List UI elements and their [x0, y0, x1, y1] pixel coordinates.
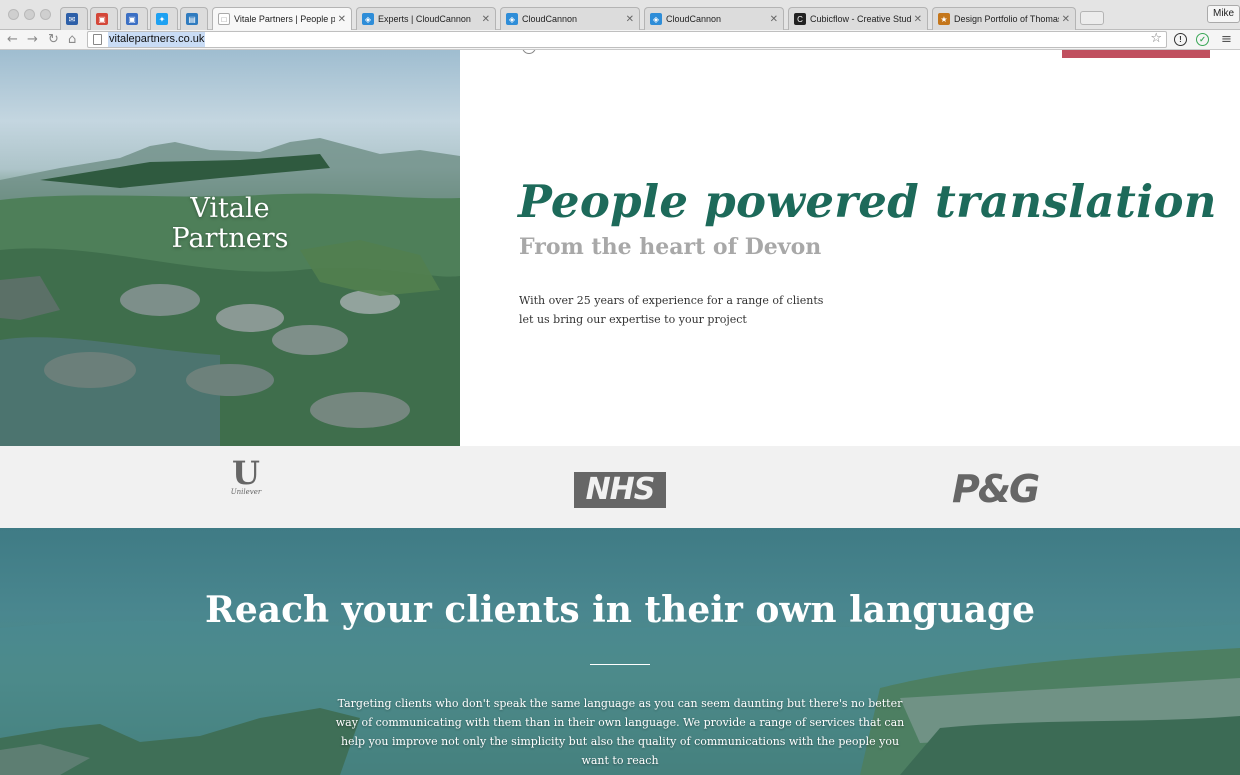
- heading-divider: [590, 664, 650, 665]
- cubicflow-icon: C: [794, 13, 806, 25]
- tab-title: Cubicflow - Creative Studio: [810, 14, 911, 24]
- hero-headline: People powered translation: [518, 175, 1217, 228]
- hero-intro: With over 25 years of experience for a r…: [519, 291, 839, 329]
- extension-info-icon[interactable]: !: [1174, 33, 1187, 46]
- reload-icon[interactable]: ↻: [48, 31, 59, 49]
- intro-line-2: let us bring our expertise to your proje…: [519, 313, 747, 326]
- cloudcannon-icon: ◈: [506, 13, 518, 25]
- tab-cubicflow[interactable]: C Cubicflow - Creative Studio ✕: [788, 7, 928, 30]
- window-minimize-button[interactable]: [24, 9, 35, 20]
- cloudcannon-icon: ◈: [650, 13, 662, 25]
- hero-text-panel: People powered translation From the hear…: [460, 50, 1240, 446]
- star-icon[interactable]: ☆: [1150, 31, 1162, 46]
- tab-title: Design Portfolio of Thomas: [954, 14, 1059, 24]
- brand-line-1: Vitale: [190, 193, 270, 224]
- window-zoom-button[interactable]: [40, 9, 51, 20]
- nhs-logo: NHS: [574, 472, 666, 508]
- hero-subheadline: From the heart of Devon: [519, 234, 822, 260]
- back-arrow-icon[interactable]: ←: [7, 31, 18, 49]
- profile-button[interactable]: Mike: [1207, 5, 1240, 23]
- cloudcannon-icon: ◈: [362, 13, 374, 25]
- page-icon: □: [218, 13, 230, 25]
- unilever-wordmark: Unilever: [230, 488, 262, 496]
- brand-line-2: Partners: [171, 223, 289, 254]
- tab-cloudcannon-1[interactable]: ◈ CloudCannon ✕: [500, 7, 640, 30]
- home-icon[interactable]: ⌂: [68, 31, 76, 49]
- url-text[interactable]: vitalepartners.co.uk: [108, 32, 206, 47]
- brand-logo-text[interactable]: Vitale Partners: [130, 194, 330, 254]
- browser-toolbar: ← → ↻ ⌂ vitalepartners.co.uk ☆ ! ✓ ≡: [0, 30, 1240, 50]
- pinned-tab-mail[interactable]: ✉: [60, 7, 88, 30]
- close-tab-icon[interactable]: ✕: [626, 14, 634, 25]
- forward-arrow-icon[interactable]: →: [27, 31, 38, 49]
- close-tab-icon[interactable]: ✕: [914, 14, 922, 25]
- tab-experts-cloudcannon[interactable]: ◈ Experts | CloudCannon ✕: [356, 7, 496, 30]
- mail-icon: ✉: [66, 13, 78, 25]
- contact-button[interactable]: [1062, 50, 1210, 58]
- reach-section: Reach your clients in their own language…: [0, 528, 1240, 775]
- tab-vitale-partners[interactable]: □ Vitale Partners | People po ✕: [212, 7, 352, 30]
- app-icon: ▤: [186, 13, 198, 25]
- tab-title: CloudCannon: [666, 14, 722, 24]
- unilever-logo: U Unilever: [228, 454, 264, 500]
- close-tab-icon[interactable]: ✕: [338, 14, 346, 25]
- window-close-button[interactable]: [8, 9, 19, 20]
- hamburger-menu-icon[interactable]: ≡: [1221, 31, 1232, 49]
- app-icon: ▣: [126, 13, 138, 25]
- twitter-icon: ✦: [156, 13, 168, 25]
- tab-title: CloudCannon: [522, 14, 578, 24]
- client-logos-strip: U Unilever NHS P&G: [0, 446, 1240, 528]
- app-icon: ▣: [96, 13, 108, 25]
- intro-line-1: With over 25 years of experience for a r…: [519, 294, 824, 307]
- pinned-tab-2[interactable]: ▣: [90, 7, 118, 30]
- page-info-icon[interactable]: [93, 34, 102, 45]
- pg-logo: P&G: [952, 467, 1040, 511]
- tab-title: Experts | CloudCannon: [378, 14, 471, 24]
- pinned-tab-3[interactable]: ▣: [120, 7, 148, 30]
- tab-design-portfolio[interactable]: ★ Design Portfolio of Thomas ✕: [932, 7, 1076, 30]
- webpage: Vitale Partners People powered translati…: [0, 50, 1240, 775]
- star-icon: ★: [938, 13, 950, 25]
- site-logo-icon[interactable]: [522, 50, 536, 54]
- close-tab-icon[interactable]: ✕: [1062, 14, 1070, 25]
- reach-heading: Reach your clients in their own language: [204, 589, 1036, 631]
- tab-cloudcannon-2[interactable]: ◈ CloudCannon ✕: [644, 7, 784, 30]
- browser-tab-bar: ✉ ▣ ▣ ✦ ▤ □ Vitale Partners | People po …: [0, 0, 1240, 30]
- reach-body-text: Targeting clients who don't speak the sa…: [335, 697, 905, 767]
- unilever-mark: U: [232, 454, 260, 492]
- address-bar[interactable]: vitalepartners.co.uk ☆: [87, 31, 1167, 48]
- shield-icon[interactable]: ✓: [1196, 33, 1209, 46]
- tab-title: Vitale Partners | People po: [234, 14, 335, 24]
- close-tab-icon[interactable]: ✕: [770, 14, 778, 25]
- new-tab-button[interactable]: [1080, 11, 1104, 25]
- pinned-tab-twitter[interactable]: ✦: [150, 7, 178, 30]
- hero-landscape-image: Vitale Partners: [0, 50, 460, 446]
- pinned-tab-5[interactable]: ▤: [180, 7, 208, 30]
- close-tab-icon[interactable]: ✕: [482, 14, 490, 25]
